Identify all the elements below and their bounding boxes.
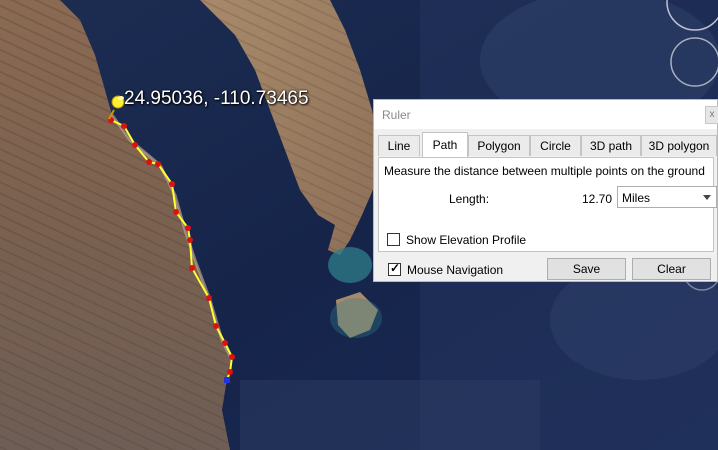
path-vertex[interactable] [222, 340, 228, 346]
path-vertex[interactable] [121, 123, 127, 129]
chevron-down-icon [703, 195, 711, 200]
tab-3d-polygon[interactable]: 3D polygon [641, 135, 717, 156]
path-panel: Measure the distance between multiple po… [378, 157, 717, 252]
show-elevation-label[interactable]: Show Elevation Profile [406, 233, 526, 247]
path-vertex[interactable] [173, 209, 179, 215]
path-vertex[interactable] [132, 142, 138, 148]
show-elevation-checkbox[interactable] [387, 233, 400, 246]
placemark-coordinates-label: 24.95036, -110.73465 [124, 88, 309, 109]
path-vertex[interactable] [227, 369, 233, 375]
tab-3d-path[interactable]: 3D path [581, 135, 641, 156]
unit-select[interactable]: Miles [617, 186, 717, 208]
ruler-dialog: Ruler x Line Path Polygon Circle 3D path… [373, 99, 718, 282]
path-vertex[interactable] [229, 354, 235, 360]
path-vertex[interactable] [146, 159, 152, 165]
dialog-title: Ruler [382, 108, 411, 122]
unit-selected-value: Miles [622, 191, 651, 205]
path-vertex[interactable] [155, 161, 161, 167]
save-button[interactable]: Save [547, 258, 626, 280]
length-value: 12.70 [582, 192, 613, 206]
mouse-navigation-label[interactable]: Mouse Navigation [407, 263, 503, 277]
tab-circle[interactable]: Circle [530, 135, 581, 156]
tab-polygon[interactable]: Polygon [468, 135, 530, 156]
path-vertex[interactable] [185, 225, 191, 231]
tab-line[interactable]: Line [378, 135, 420, 156]
length-label: Length: [449, 192, 490, 206]
save-button-label: Save [572, 262, 601, 276]
clear-button[interactable]: Clear [632, 258, 711, 280]
dialog-titlebar[interactable]: Ruler x [374, 100, 718, 129]
path-vertex[interactable] [213, 323, 219, 329]
path-vertex[interactable] [206, 295, 212, 301]
tab-path[interactable]: Path [422, 132, 468, 157]
measure-description: Measure the distance between multiple po… [384, 164, 705, 178]
mouse-navigation-checkbox[interactable] [388, 261, 401, 276]
path-end-vertex[interactable] [224, 377, 230, 383]
close-button[interactable]: x [705, 106, 718, 124]
path-vertex[interactable] [189, 265, 195, 271]
path-vertex[interactable] [187, 237, 193, 243]
path-vertex[interactable] [169, 181, 175, 187]
clear-button-label: Clear [657, 262, 686, 276]
